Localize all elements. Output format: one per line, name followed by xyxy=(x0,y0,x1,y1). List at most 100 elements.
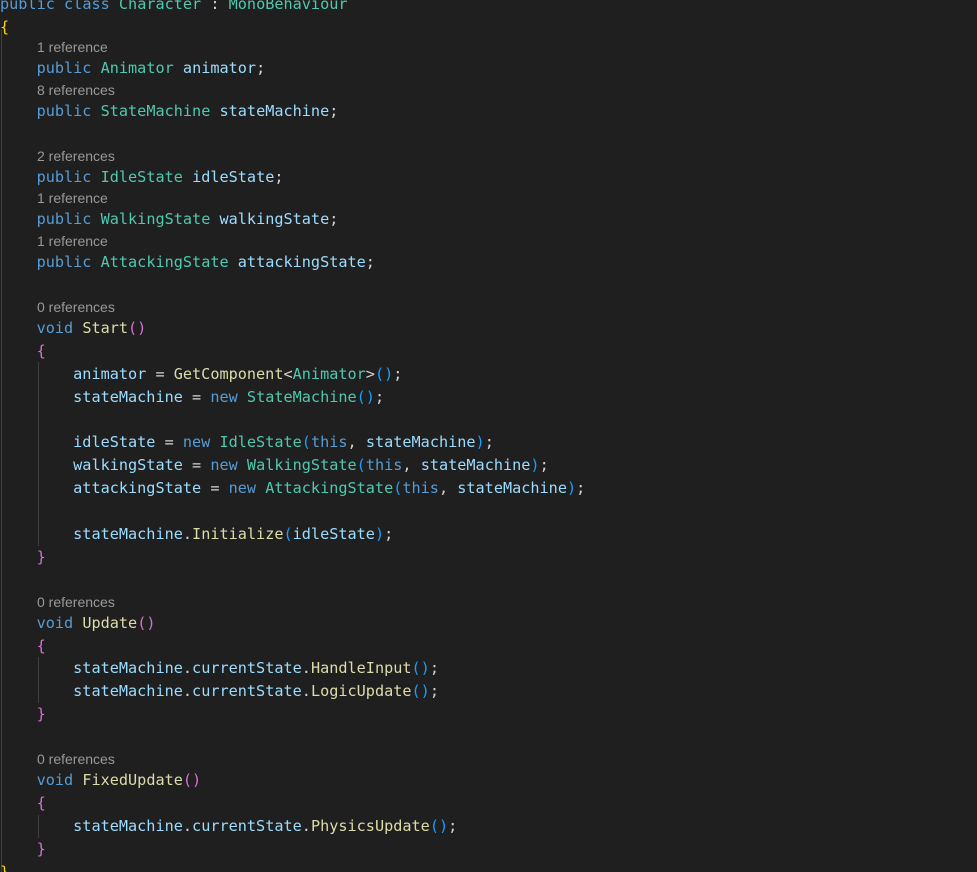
code-line-new-statemachine[interactable]: stateMachine = new StateMachine(); xyxy=(0,386,384,408)
code-line-statemachine-field[interactable]: public StateMachine stateMachine; xyxy=(0,100,339,122)
code-token-default: : xyxy=(201,0,229,13)
codelens-references[interactable]: 0 references xyxy=(37,593,115,611)
code-line-update-method[interactable]: void Update() xyxy=(0,612,156,634)
code-token-default xyxy=(91,253,100,271)
code-token-default xyxy=(0,168,37,186)
code-token-variable: animator xyxy=(73,365,147,383)
code-line-get-animator[interactable]: animator = GetComponent<Animator>(); xyxy=(0,363,402,385)
code-token-default xyxy=(0,771,37,789)
code-token-default xyxy=(0,342,37,360)
code-token-bracket-blue: ( xyxy=(393,479,403,497)
code-token-method: PhysicsUpdate xyxy=(310,817,430,835)
code-token-keyword: this xyxy=(310,433,348,451)
code-token-variable: attackingState xyxy=(73,479,202,497)
code-line-class-open-brace[interactable]: { xyxy=(0,16,9,38)
code-token-keyword: void xyxy=(36,614,74,632)
code-token-type: Animator xyxy=(100,59,174,77)
code-line-logic-update[interactable]: stateMachine.currentState.LogicUpdate(); xyxy=(0,680,439,702)
code-token-default xyxy=(0,682,73,700)
code-line-new-attackingstate[interactable]: attackingState = new AttackingState(this… xyxy=(0,477,585,499)
code-token-default: , xyxy=(438,479,458,497)
code-token-default xyxy=(0,319,37,337)
code-token-default xyxy=(0,525,73,543)
code-token-keyword: void xyxy=(36,319,74,337)
code-line-start-close-brace[interactable]: } xyxy=(0,546,46,568)
code-line-new-idlestate[interactable]: idleState = new IdleState(this, stateMac… xyxy=(0,431,494,453)
code-token-bracket-blue: ( xyxy=(283,525,293,543)
code-token-bracket-blue: () xyxy=(356,388,375,406)
code-token-bracket-pink: () xyxy=(182,771,202,789)
code-token-type: MonoBehaviour xyxy=(228,0,348,13)
code-line-update-close-brace[interactable]: } xyxy=(0,703,46,725)
codelens-references[interactable]: 0 references xyxy=(37,298,115,316)
code-line-class-declaration[interactable]: public class Character : MonoBehaviour xyxy=(0,0,348,15)
code-token-default: ; xyxy=(365,253,375,271)
codelens-references[interactable]: 1 reference xyxy=(37,189,108,207)
code-token-default xyxy=(0,817,73,835)
code-token-default: . xyxy=(301,659,311,677)
code-line-start-open-brace[interactable]: { xyxy=(0,340,46,362)
code-token-default: = xyxy=(182,388,211,406)
codelens-references[interactable]: 1 reference xyxy=(37,232,108,250)
code-token-bracket-gold: } xyxy=(0,863,10,872)
code-token-variable: stateMachine xyxy=(73,817,183,835)
code-line-initialize[interactable]: stateMachine.Initialize(idleState); xyxy=(0,523,393,545)
codelens-references[interactable]: 0 references xyxy=(37,750,115,768)
code-line-handle-input[interactable]: stateMachine.currentState.HandleInput(); xyxy=(0,657,439,679)
code-token-default xyxy=(91,102,100,120)
code-token-default: ; xyxy=(256,59,266,77)
code-token-bracket-blue: () xyxy=(374,365,394,383)
code-line-idlestate-field[interactable]: public IdleState idleState; xyxy=(0,166,284,188)
code-token-method: FixedUpdate xyxy=(82,771,183,789)
code-token-default: . xyxy=(182,682,193,700)
codelens-references[interactable]: 2 references xyxy=(37,147,115,165)
code-token-default xyxy=(0,840,37,858)
codelens-references[interactable]: 1 reference xyxy=(37,38,108,56)
code-token-default: . xyxy=(301,682,311,700)
code-line-fixedupdate-open-brace[interactable]: { xyxy=(0,792,46,814)
code-token-default xyxy=(210,210,219,228)
code-line-fixedupdate-close-brace[interactable]: } xyxy=(0,838,46,860)
code-token-bracket-pink: { xyxy=(36,794,46,812)
code-token-default xyxy=(91,210,100,228)
code-line-class-close-brace[interactable]: } xyxy=(0,861,9,872)
code-token-default xyxy=(0,637,37,655)
code-token-method: Initialize xyxy=(192,525,284,543)
code-line-attackingstate-field[interactable]: public AttackingState attackingState; xyxy=(0,251,375,273)
code-line-animator-field[interactable]: public Animator animator; xyxy=(0,57,266,79)
code-token-keyword: new xyxy=(182,433,211,451)
code-token-bracket-pink: { xyxy=(36,637,46,655)
code-token-variable: idleState xyxy=(73,433,156,451)
code-editor[interactable]: public class Character : MonoBehaviour {… xyxy=(0,0,977,872)
code-token-default xyxy=(0,365,73,383)
code-token-variable: currentState xyxy=(192,682,302,700)
code-token-default: ; xyxy=(374,388,385,406)
code-token-keyword: void xyxy=(36,771,74,789)
code-token-default xyxy=(91,168,100,186)
code-token-default: ; xyxy=(329,210,339,228)
codelens-references[interactable]: 8 references xyxy=(37,81,115,99)
code-token-bracket-blue: () xyxy=(429,817,449,835)
code-token-variable: idleState xyxy=(292,525,375,543)
code-token-default xyxy=(0,102,37,120)
code-line-new-walkingstate[interactable]: walkingState = new WalkingState(this, st… xyxy=(0,454,549,476)
code-line-physics-update[interactable]: stateMachine.currentState.PhysicsUpdate(… xyxy=(0,815,457,837)
code-token-type: WalkingState xyxy=(246,456,357,474)
code-line-fixedupdate-method[interactable]: void FixedUpdate() xyxy=(0,769,202,791)
code-token-default: . xyxy=(182,659,193,677)
code-line-start-method[interactable]: void Start() xyxy=(0,317,147,339)
code-token-keyword: class xyxy=(64,0,110,13)
code-token-variable: idleState xyxy=(192,168,275,186)
code-token-variable: currentState xyxy=(192,817,302,835)
code-token-variable: currentState xyxy=(192,659,302,677)
code-token-default: ; xyxy=(329,102,339,120)
code-token-bracket-gold: { xyxy=(0,18,10,36)
code-token-keyword: public xyxy=(36,210,92,228)
code-token-default xyxy=(0,548,37,566)
code-token-bracket-pink: () xyxy=(137,614,156,632)
code-token-default xyxy=(229,253,238,271)
code-token-default: ; xyxy=(576,479,586,497)
code-line-walkingstate-field[interactable]: public WalkingState walkingState; xyxy=(0,208,339,230)
code-token-bracket-blue: ) xyxy=(374,525,385,543)
code-line-update-open-brace[interactable]: { xyxy=(0,635,46,657)
